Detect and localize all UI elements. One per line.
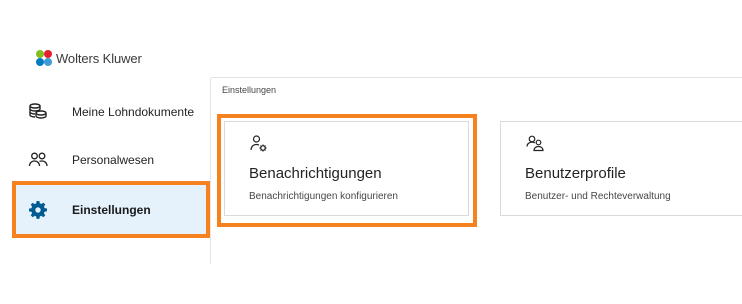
tile-subtitle: Benutzer- und Rechteverwaltung (525, 191, 671, 202)
coins-icon (28, 102, 48, 122)
breadcrumb: Einstellungen (222, 85, 277, 95)
highlight-frame-tile (217, 114, 477, 227)
sidebar-divider (210, 78, 211, 264)
sidebar-item-personalwesen[interactable]: Personalwesen (14, 133, 208, 187)
user-profiles-icon (525, 134, 545, 154)
sidebar-item-label: Meine Lohndokumente (72, 105, 195, 119)
tile-title: Benutzerprofile (525, 165, 626, 182)
sidebar-item-label: Personalwesen (72, 153, 155, 167)
tile-benutzerprofile[interactable]: Benutzerprofile Benutzer- und Rechteverw… (500, 121, 742, 216)
wolters-kluwer-logo-icon (36, 49, 53, 67)
brand-logo[interactable]: Wolters Kluwer (36, 48, 142, 68)
header-divider (211, 77, 742, 78)
users-icon (28, 150, 48, 170)
highlight-frame-sidebar (12, 181, 210, 238)
brand-name: Wolters Kluwer (56, 50, 142, 66)
sidebar-item-meine-lohndokumente[interactable]: Meine Lohndokumente (14, 85, 208, 139)
